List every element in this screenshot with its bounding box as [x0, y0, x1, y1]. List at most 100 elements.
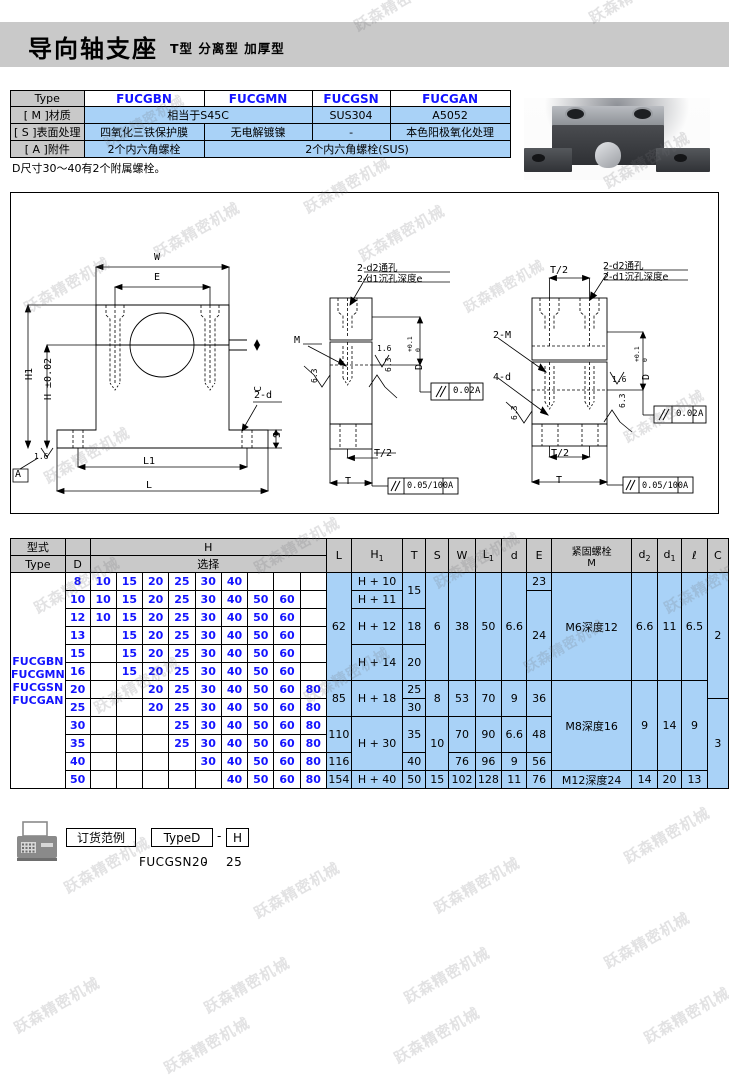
spec-type-cell: FUCGAN	[389, 90, 511, 107]
dim-h-option: 60	[273, 752, 301, 771]
side-large-label-T2-top: T/2	[550, 265, 569, 276]
dim-d-value: 50	[64, 770, 91, 789]
front-label-2-d: 2-d	[254, 390, 273, 401]
dim-h-option: 40	[220, 662, 249, 681]
dim-L1-value: 96	[474, 752, 503, 771]
watermark-text: 跃森精密机械	[621, 803, 714, 868]
watermark-text: 跃森精密机械	[391, 1003, 484, 1068]
side-small-gdt-005-datum: A	[448, 481, 454, 491]
dim-ell-value: 9	[681, 680, 708, 771]
spec-value-cell: 本色阳极氧化处理	[389, 123, 511, 141]
side-large-label-D-tol: +0.1 0	[633, 346, 649, 362]
dim-h-option: 30	[194, 590, 222, 609]
dim-header-ell: ℓ	[681, 538, 708, 573]
dim-L-value: 85	[325, 680, 352, 717]
dim-h-option: 80	[299, 734, 327, 753]
dim-h-option	[89, 698, 117, 717]
dim-header-L1: L1	[474, 538, 503, 573]
side-small-label-roughness-16: 1.6	[377, 344, 392, 353]
dim-h-option: 30	[194, 734, 222, 753]
side-large-label-roughness-16: 1.6	[612, 375, 627, 384]
dim-E-value: 24	[526, 590, 552, 681]
spec-row: [ S ]表面处理 四氧化三铁保护膜 无电解镀镍 - 本色阳极氧化处理	[10, 123, 511, 141]
dim-L1-value: 50	[474, 572, 503, 681]
side-small-label-roughness-63b: 6.3	[384, 357, 393, 372]
dim-h-option	[142, 752, 170, 771]
side-large-label-counterbore: 2-d1沉孔深度e	[603, 272, 669, 283]
dim-h-option	[89, 626, 117, 645]
side-small-gdt-005: 0.05/100	[407, 481, 448, 491]
dim-T-value: 40	[402, 752, 427, 771]
order-type-box: TypeD	[151, 828, 213, 847]
dim-h-option: 50	[247, 644, 275, 663]
dim-h-option: 50	[247, 608, 275, 627]
dim-d-value: 15	[64, 644, 91, 663]
dim-L-value: 116	[325, 752, 352, 771]
dim-E-value: 48	[526, 716, 552, 753]
dim-h-option: 10	[89, 572, 117, 591]
dim-h-option	[115, 716, 144, 735]
front-label-H: H ±0.02	[43, 357, 54, 400]
dim-d-value: 9	[501, 680, 528, 717]
dim-h-option: 25	[168, 644, 196, 663]
dim-H1-value: H + 10	[350, 572, 404, 591]
side-large-label-2M: 2-M	[493, 330, 512, 341]
dim-d-value: 11	[501, 770, 528, 789]
spec-value-cell: 相当于S45C	[83, 106, 313, 124]
dim-h-option: 50	[247, 680, 275, 699]
dim-d-value: 12	[64, 608, 91, 627]
dim-h-option: 40	[220, 716, 249, 735]
dim-h-option: 60	[273, 680, 301, 699]
page-subtitle: T型 分离型 加厚型	[170, 41, 285, 56]
dim-d1-value: 11	[656, 572, 683, 681]
dim-L1-value: 128	[474, 770, 503, 789]
dim-bolt-value: M8深度16	[550, 680, 633, 771]
dim-S-value: 8	[425, 680, 450, 717]
dim-h-option: 40	[220, 698, 249, 717]
product-photo	[524, 98, 710, 180]
spec-value-cell: 2个内六角螺栓	[83, 140, 205, 158]
spec-row-label: Type	[10, 90, 85, 107]
dim-header-type-en: Type	[10, 555, 66, 573]
dim-ell-value: 13	[681, 770, 708, 789]
dim-h-option	[89, 770, 117, 789]
dim-h-option: 20	[142, 608, 170, 627]
dim-h-option: 15	[115, 644, 144, 663]
order-code-dash: -	[203, 855, 208, 869]
front-label-L: L	[146, 480, 153, 491]
dim-h-option: 60	[273, 644, 301, 663]
dim-h-option: 20	[142, 572, 170, 591]
dim-h-option: 25	[168, 734, 196, 753]
dim-header-d1: d1	[656, 538, 683, 573]
dim-E-value: 36	[526, 680, 552, 717]
dim-h-option: 60	[273, 770, 301, 789]
dim-h-option	[89, 716, 117, 735]
dim-H1-value: H + 18	[350, 680, 404, 717]
dim-row: 20 20 25 30 40 50 60 80 85 H + 18 25 8 53 70 9 36 M8深度16…	[11, 680, 729, 771]
dim-d2-value: 6.6	[631, 572, 658, 681]
spec-row: [ A ]附件 2个内六角螺栓 2个内六角螺栓(SUS)	[10, 140, 511, 158]
dim-header-h-select: 选择	[89, 555, 327, 573]
dim-H1-value: H + 30	[350, 716, 404, 771]
dim-header-d: D	[64, 555, 91, 573]
dim-type-name: FUCGBN	[12, 654, 64, 668]
watermark-text: 跃森精密机械	[431, 853, 524, 918]
dim-h-option	[89, 644, 117, 663]
dim-h-option: 60	[273, 716, 301, 735]
spec-value-cell: 四氧化三铁保护膜	[83, 123, 205, 141]
dim-h-option: 30	[194, 572, 222, 591]
dim-h-option: 30	[194, 680, 222, 699]
dim-h-option: 15	[115, 572, 144, 591]
dim-h-option: 30	[194, 644, 222, 663]
dim-h-option: 40	[220, 734, 249, 753]
dim-S-value: 10	[425, 716, 450, 771]
dim-d-value: 6.6	[501, 716, 528, 753]
side-small-label-D-tol: +0.1 0	[406, 336, 422, 352]
dim-h-option	[142, 734, 170, 753]
spec-value-cell: A5052	[389, 106, 511, 124]
side-large-gdt-005-datum: A	[683, 481, 689, 491]
dim-header-T: T	[402, 538, 427, 573]
dim-h-option: 80	[299, 680, 327, 699]
dim-L1-value: 90	[474, 716, 503, 753]
dim-h-option: 25	[168, 698, 196, 717]
